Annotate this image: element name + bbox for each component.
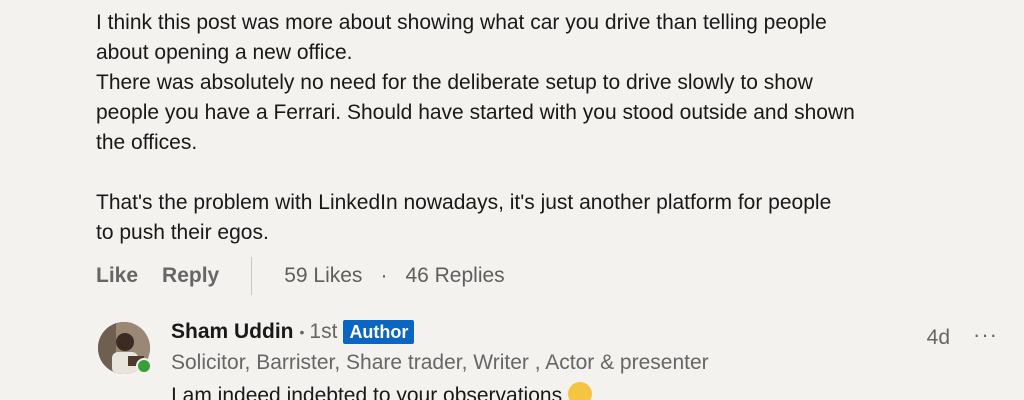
more-options-icon[interactable]: ··· (973, 322, 998, 348)
comment-line: about opening a new office. (96, 41, 353, 64)
reply-author-name[interactable]: Sham Uddin (171, 320, 294, 344)
reply-author-line: Sham Uddin • 1st Author (171, 320, 415, 344)
reply-body: I am indeed indebted to your observation… (171, 382, 593, 400)
avatar[interactable] (98, 322, 152, 374)
like-button[interactable]: Like (96, 264, 138, 288)
reply-timestamp: 4d (926, 326, 950, 349)
separator-dot: · (380, 264, 388, 287)
comment-actions: Like Reply 59 Likes · 46 Replies (96, 257, 505, 295)
comment-line: I think this post was more about showing… (96, 11, 827, 34)
comment-line: the offices. (96, 131, 198, 154)
comment-body: I think this post was more about showing… (96, 8, 996, 248)
reply-author-headline: Solicitor, Barrister, Share trader, Writ… (171, 351, 709, 374)
replies-count-link[interactable]: 46 Replies (405, 264, 504, 288)
relieved-face-emoji-icon (568, 382, 593, 400)
comment-line: That's the problem with LinkedIn nowaday… (96, 191, 832, 214)
author-badge: Author (343, 320, 415, 344)
reply-button[interactable]: Reply (162, 264, 219, 288)
online-status-icon (136, 358, 152, 374)
likes-count-link[interactable]: 59 Likes (284, 264, 362, 288)
action-divider (251, 257, 253, 295)
comment-line: There was absolutely no need for the del… (96, 71, 813, 94)
comment-line: to push their egos. (96, 221, 269, 244)
connection-degree: 1st (309, 320, 338, 343)
bullet-separator: • (299, 324, 305, 340)
reply-text: I am indeed indebted to your observation… (171, 384, 563, 400)
comment-line: people you have a Ferrari. Should have s… (96, 101, 855, 124)
comment-thread: I think this post was more about showing… (0, 0, 1024, 400)
